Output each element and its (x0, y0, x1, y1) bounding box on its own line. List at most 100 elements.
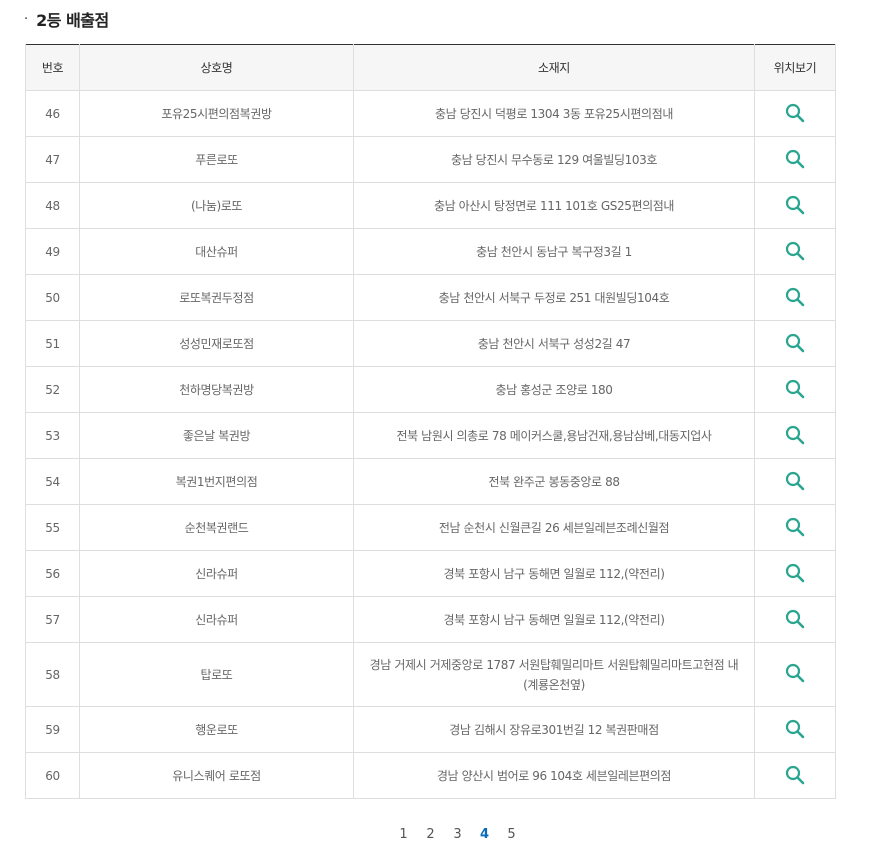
cell-name: 좋은날 복권방 (79, 412, 354, 459)
cell-address: 경남 거제시 거제중앙로 1787 서원탑훼밀리마트 서원탑훼밀리마트고현점 내… (353, 642, 755, 707)
cell-map (754, 274, 836, 321)
page-link-2[interactable]: 2 (417, 824, 444, 846)
cell-no: 57 (25, 596, 80, 643)
table-row: 50 로또복권두정점 충남 천안시 서북구 두정로 251 대원빌딩104호 (25, 274, 836, 321)
cell-address: 충남 홍성군 조양로 180 (353, 366, 755, 413)
cell-map (754, 504, 836, 551)
cell-name: 천하명당복권방 (79, 366, 354, 413)
section-header: · 2등 배출점 (24, 8, 109, 30)
page-link-4[interactable]: 4 (471, 824, 498, 846)
page-link-1[interactable]: 1 (390, 824, 417, 846)
cell-name: (나눔)로또 (79, 182, 354, 229)
cell-no: 53 (25, 412, 80, 459)
header-name: 상호명 (79, 44, 354, 91)
search-icon[interactable] (783, 661, 807, 685)
cell-name: 푸른로또 (79, 136, 354, 183)
table-row: 53 좋은날 복권방 전북 남원시 의총로 78 메이커스쿨,용남건재,용남삼베,대… (25, 412, 836, 459)
page-link-5[interactable]: 5 (498, 824, 525, 846)
search-icon[interactable] (783, 147, 807, 171)
cell-map (754, 458, 836, 505)
table-row: 55 순천복권랜드 전남 순천시 신월큰길 26 세븐일레븐조례신월점 (25, 504, 836, 551)
cell-address: 충남 아산시 탕정면로 111 101호 GS25편의점내 (353, 182, 755, 229)
page-link-3[interactable]: 3 (444, 824, 471, 846)
cell-map (754, 228, 836, 275)
table-row: 54 복권1번지편의점 전북 완주군 봉동중앙로 88 (25, 458, 836, 505)
cell-address: 경남 김해시 장유로301번길 12 복권판매점 (353, 706, 755, 753)
table-row: 59 행운로또 경남 김해시 장유로301번길 12 복권판매점 (25, 706, 836, 753)
cell-no: 46 (25, 90, 80, 137)
cell-address: 충남 천안시 동남구 복구정3길 1 (353, 228, 755, 275)
table-row: 60 유니스퀘어 로또점 경남 양산시 범어로 96 104호 세븐일레븐편의점 (25, 752, 836, 799)
cell-no: 58 (25, 642, 80, 707)
cell-no: 49 (25, 228, 80, 275)
cell-map (754, 182, 836, 229)
cell-name: 성성민재로또점 (79, 320, 354, 367)
cell-address: 전북 남원시 의총로 78 메이커스쿨,용남건재,용남삼베,대동지업사 (353, 412, 755, 459)
cell-name: 탑로또 (79, 642, 354, 707)
table-row: 52 천하명당복권방 충남 홍성군 조양로 180 (25, 366, 836, 413)
header-map: 위치보기 (754, 44, 836, 91)
cell-no: 48 (25, 182, 80, 229)
search-icon[interactable] (783, 717, 807, 741)
cell-map (754, 752, 836, 799)
store-table: 번호 상호명 소재지 위치보기 46 포유25시편의점복권방 충남 당진시 덕평로 … (25, 44, 836, 799)
cell-map (754, 320, 836, 367)
table-row: 47 푸른로또 충남 당진시 무수동로 129 여울빌딩103호 (25, 136, 836, 183)
header-no: 번호 (25, 44, 80, 91)
table-row: 48 (나눔)로또 충남 아산시 탕정면로 111 101호 GS25편의점내 (25, 182, 836, 229)
cell-map (754, 706, 836, 753)
cell-no: 51 (25, 320, 80, 367)
search-icon[interactable] (783, 285, 807, 309)
cell-no: 52 (25, 366, 80, 413)
cell-no: 54 (25, 458, 80, 505)
cell-name: 순천복권랜드 (79, 504, 354, 551)
search-icon[interactable] (783, 331, 807, 355)
title-bullet: · (24, 11, 29, 27)
cell-address: 경북 포항시 남구 동해면 일월로 112,(약전리) (353, 596, 755, 643)
cell-no: 56 (25, 550, 80, 597)
cell-map (754, 136, 836, 183)
cell-no: 55 (25, 504, 80, 551)
cell-map (754, 412, 836, 459)
cell-map (754, 90, 836, 137)
search-icon[interactable] (783, 377, 807, 401)
table-row: 56 신라슈퍼 경북 포항시 남구 동해면 일월로 112,(약전리) (25, 550, 836, 597)
cell-name: 신라슈퍼 (79, 596, 354, 643)
search-icon[interactable] (783, 607, 807, 631)
cell-address: 충남 천안시 서북구 두정로 251 대원빌딩104호 (353, 274, 755, 321)
cell-name: 복권1번지편의점 (79, 458, 354, 505)
cell-no: 47 (25, 136, 80, 183)
search-icon[interactable] (783, 469, 807, 493)
cell-address: 경남 양산시 범어로 96 104호 세븐일레븐편의점 (353, 752, 755, 799)
cell-name: 대산슈퍼 (79, 228, 354, 275)
cell-name: 행운로또 (79, 706, 354, 753)
table-row: 57 신라슈퍼 경북 포항시 남구 동해면 일월로 112,(약전리) (25, 596, 836, 643)
table-row: 46 포유25시편의점복권방 충남 당진시 덕평로 1304 3동 포유25시편의점… (25, 90, 836, 137)
cell-name: 신라슈퍼 (79, 550, 354, 597)
cell-map (754, 642, 836, 707)
cell-name: 포유25시편의점복권방 (79, 90, 354, 137)
cell-name: 유니스퀘어 로또점 (79, 752, 354, 799)
cell-name: 로또복권두정점 (79, 274, 354, 321)
table-row: 58 탑로또 경남 거제시 거제중앙로 1787 서원탑훼밀리마트 서원탑훼밀리마트… (25, 642, 836, 707)
cell-address: 충남 당진시 무수동로 129 여울빌딩103호 (353, 136, 755, 183)
search-icon[interactable] (783, 423, 807, 447)
table-row: 51 성성민재로또점 충남 천안시 서북구 성성2길 47 (25, 320, 836, 367)
pagination: 12345 (0, 824, 885, 846)
table-row: 49 대산슈퍼 충남 천안시 동남구 복구정3길 1 (25, 228, 836, 275)
search-icon[interactable] (783, 193, 807, 217)
cell-address: 경북 포항시 남구 동해면 일월로 112,(약전리) (353, 550, 755, 597)
search-icon[interactable] (783, 101, 807, 125)
cell-map (754, 550, 836, 597)
cell-no: 50 (25, 274, 80, 321)
cell-no: 59 (25, 706, 80, 753)
cell-no: 60 (25, 752, 80, 799)
cell-map (754, 366, 836, 413)
search-icon[interactable] (783, 763, 807, 787)
cell-address: 충남 천안시 서북구 성성2길 47 (353, 320, 755, 367)
search-icon[interactable] (783, 515, 807, 539)
search-icon[interactable] (783, 561, 807, 585)
page-title: 2등 배출점 (36, 11, 109, 30)
header-address: 소재지 (353, 44, 755, 91)
search-icon[interactable] (783, 239, 807, 263)
